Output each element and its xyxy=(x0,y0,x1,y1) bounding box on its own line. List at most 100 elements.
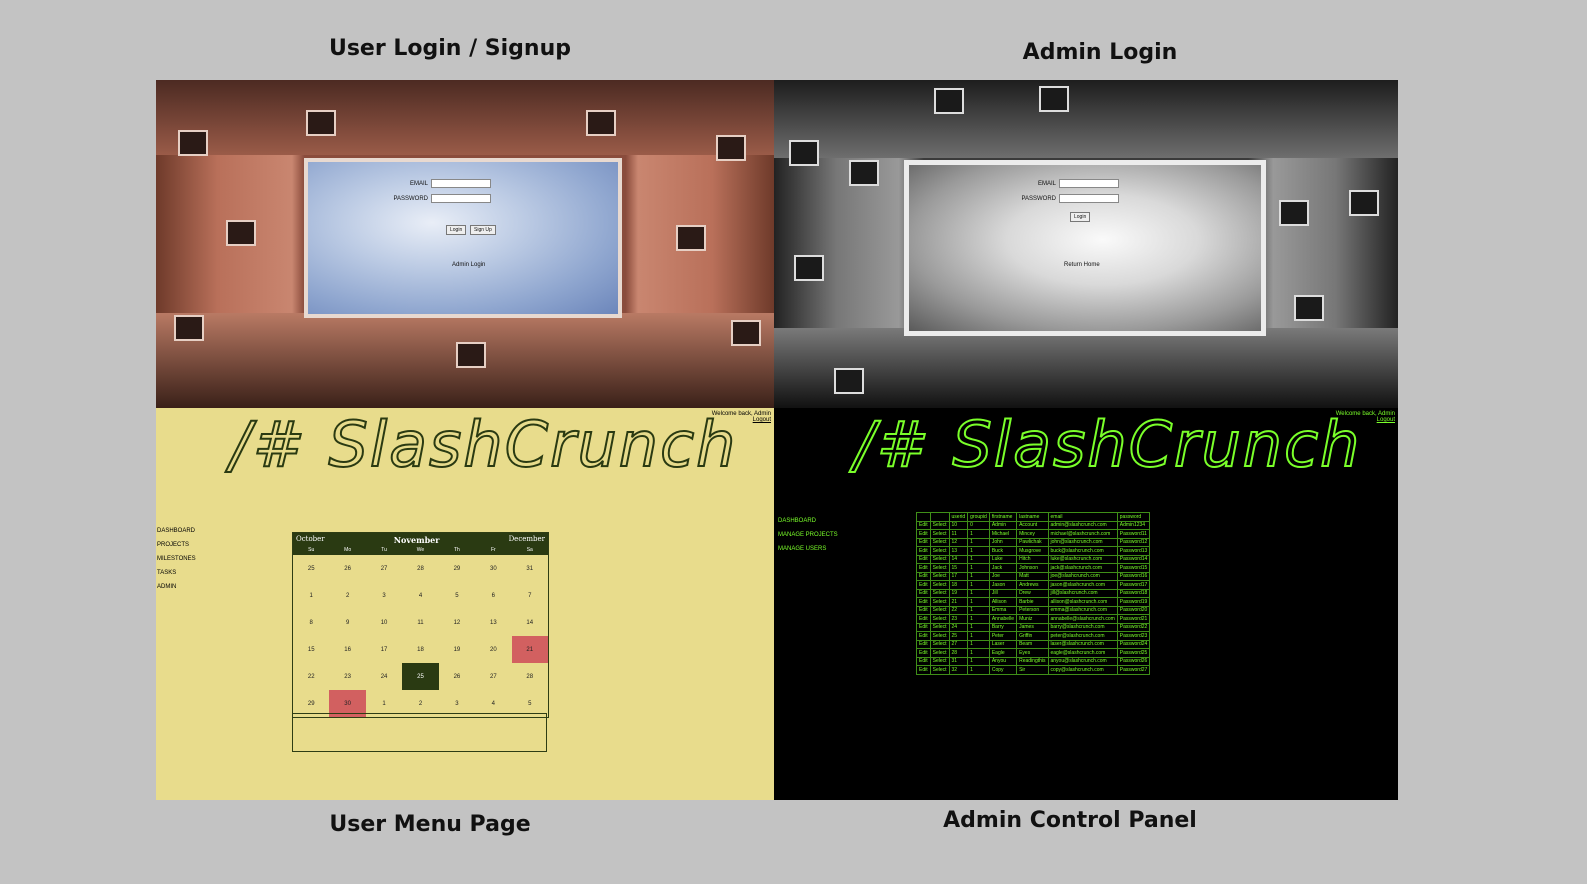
calendar-day[interactable]: 11 xyxy=(402,609,438,636)
table-cell: peter@slashcrunch.com xyxy=(1047,631,1118,641)
login-button[interactable]: Login xyxy=(446,225,467,235)
calendar-day[interactable]: 16 xyxy=(329,636,365,663)
edit-link[interactable]: Edit xyxy=(916,614,931,624)
admin-login-button[interactable]: Login xyxy=(1070,212,1091,222)
select-link[interactable]: Select xyxy=(929,631,950,641)
calendar-day[interactable]: 5 xyxy=(439,582,475,609)
select-link[interactable]: Select xyxy=(929,571,950,581)
calendar-day[interactable]: 9 xyxy=(329,609,365,636)
select-link[interactable]: Select xyxy=(929,580,950,590)
edit-link[interactable]: Edit xyxy=(916,529,931,539)
select-link[interactable]: Select xyxy=(929,639,950,649)
column-header xyxy=(916,512,931,522)
nav-item-projects[interactable]: PROJECTS xyxy=(157,542,196,548)
calendar-day[interactable]: 29 xyxy=(439,555,475,582)
admin-password-input[interactable] xyxy=(1059,194,1119,203)
calendar-day[interactable]: 24 xyxy=(366,663,402,690)
calendar-day[interactable]: 27 xyxy=(366,555,402,582)
calendar-day[interactable]: 8 xyxy=(293,609,329,636)
select-link[interactable]: Select xyxy=(929,648,950,658)
calendar-day[interactable]: 13 xyxy=(475,609,511,636)
calendar-day[interactable]: 22 xyxy=(293,663,329,690)
edit-link[interactable]: Edit xyxy=(916,520,931,530)
calendar-day[interactable]: 7 xyxy=(512,582,548,609)
calendar-day[interactable]: 4 xyxy=(402,582,438,609)
select-link[interactable]: Select xyxy=(929,563,950,573)
select-link[interactable]: Select xyxy=(929,546,950,556)
window-decoration xyxy=(456,342,486,368)
table-cell: jack@slashcrunch.com xyxy=(1047,563,1118,573)
select-link[interactable]: Select xyxy=(929,529,950,539)
select-link[interactable]: Select xyxy=(929,614,950,624)
select-link[interactable]: Select xyxy=(929,665,950,675)
calendar-day[interactable]: 20 xyxy=(475,636,511,663)
calendar-day[interactable]: 31 xyxy=(512,555,548,582)
calendar-day[interactable]: 12 xyxy=(439,609,475,636)
nav-item-tasks[interactable]: TASKS xyxy=(157,570,196,576)
edit-link[interactable]: Edit xyxy=(916,580,931,590)
select-link[interactable]: Select xyxy=(929,520,950,530)
table-cell: laser@slashcrunch.com xyxy=(1047,639,1118,649)
edit-link[interactable]: Edit xyxy=(916,597,931,607)
users-table: userid groupid firstname lastname email passw… xyxy=(916,512,1151,675)
edit-link[interactable]: Edit xyxy=(916,665,931,675)
calendar-day[interactable]: 3 xyxy=(366,582,402,609)
edit-link[interactable]: Edit xyxy=(916,648,931,658)
edit-link[interactable]: Edit xyxy=(916,622,931,632)
next-month-link[interactable]: December xyxy=(509,535,545,545)
prev-month-link[interactable]: October xyxy=(296,535,325,545)
return-home-link[interactable]: Return Home xyxy=(1064,262,1100,268)
table-cell: 28 xyxy=(948,648,969,658)
calendar-day[interactable]: 14 xyxy=(512,609,548,636)
select-link[interactable]: Select xyxy=(929,622,950,632)
calendar-day[interactable]: 26 xyxy=(329,555,365,582)
edit-link[interactable]: Edit xyxy=(916,537,931,547)
calendar-day[interactable]: 30 xyxy=(475,555,511,582)
table-row: Edit Select 28 1 Eagle Eyes eagle@slashcrunch.… xyxy=(916,648,1151,658)
nav-item-admin[interactable]: ADMIN xyxy=(157,584,196,590)
select-link[interactable]: Select xyxy=(929,597,950,607)
calendar-day[interactable]: 28 xyxy=(512,663,548,690)
select-link[interactable]: Select xyxy=(929,537,950,547)
nav-item-milestones[interactable]: MILESTONES xyxy=(157,556,196,562)
edit-link[interactable]: Edit xyxy=(916,605,931,615)
edit-link[interactable]: Edit xyxy=(916,656,931,666)
calendar-day[interactable]: 17 xyxy=(366,636,402,663)
calendar-day[interactable]: 19 xyxy=(439,636,475,663)
calendar-day[interactable]: 23 xyxy=(329,663,365,690)
calendar-day[interactable]: 21 xyxy=(511,636,548,663)
nav-item-manage-projects[interactable]: MANAGE PROJECTS xyxy=(778,532,838,538)
edit-link[interactable]: Edit xyxy=(916,631,931,641)
table-cell: 0 xyxy=(967,520,990,530)
calendar-day[interactable]: 6 xyxy=(475,582,511,609)
edit-link[interactable]: Edit xyxy=(916,571,931,581)
edit-link[interactable]: Edit xyxy=(916,563,931,573)
calendar-day[interactable]: 2 xyxy=(329,582,365,609)
calendar-day[interactable]: 27 xyxy=(475,663,511,690)
select-link[interactable]: Select xyxy=(929,605,950,615)
password-input[interactable] xyxy=(431,194,491,203)
nav-item-manage-users[interactable]: MANAGE USERS xyxy=(778,546,838,552)
select-link[interactable]: Select xyxy=(929,554,950,564)
edit-link[interactable]: Edit xyxy=(916,554,931,564)
calendar-day[interactable]: 10 xyxy=(366,609,402,636)
signup-button[interactable]: Sign Up xyxy=(470,225,496,235)
edit-link[interactable]: Edit xyxy=(916,546,931,556)
calendar-day[interactable]: 1 xyxy=(293,582,329,609)
calendar-day[interactable]: 25 xyxy=(402,663,439,690)
calendar-day[interactable]: 15 xyxy=(293,636,329,663)
calendar-day[interactable]: 18 xyxy=(402,636,438,663)
select-link[interactable]: Select xyxy=(929,656,950,666)
admin-email-input[interactable] xyxy=(1059,179,1119,188)
email-input[interactable] xyxy=(431,179,491,188)
calendar-day[interactable]: 28 xyxy=(402,555,438,582)
nav-item-dashboard[interactable]: DASHBOARD xyxy=(778,518,838,524)
select-link[interactable]: Select xyxy=(929,588,950,598)
admin-login-link[interactable]: Admin Login xyxy=(452,262,485,268)
edit-link[interactable]: Edit xyxy=(916,639,931,649)
nav-item-dashboard[interactable]: DASHBOARD xyxy=(157,528,196,534)
calendar-day[interactable]: 25 xyxy=(293,555,329,582)
table-cell: 1 xyxy=(967,605,990,615)
edit-link[interactable]: Edit xyxy=(916,588,931,598)
calendar-day[interactable]: 26 xyxy=(439,663,475,690)
